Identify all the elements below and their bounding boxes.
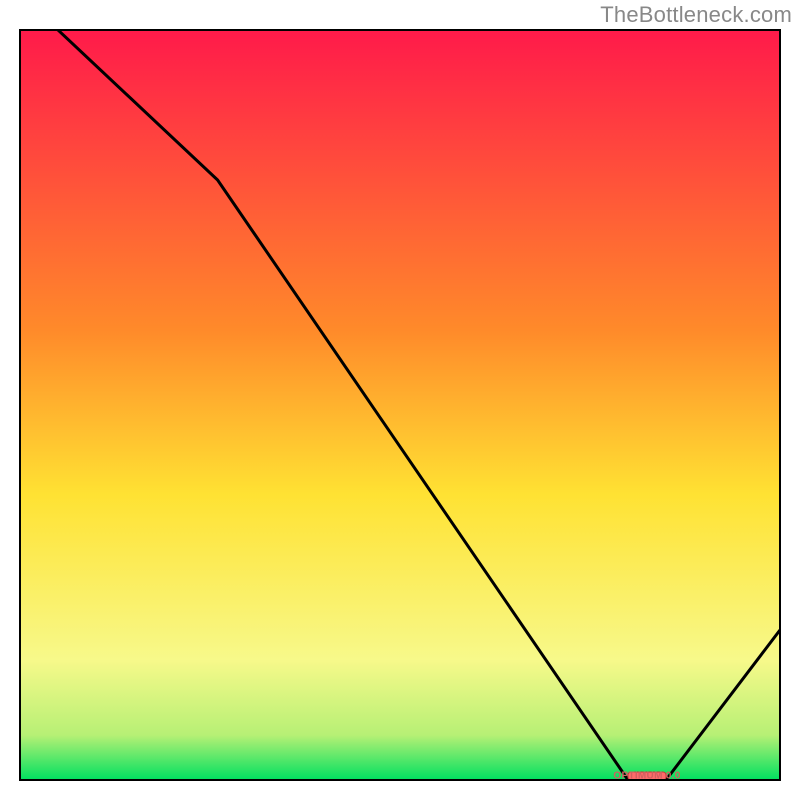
chart-container: TheBottleneck.com OPTIMUM 0.0 xyxy=(0,0,800,800)
watermark-text: TheBottleneck.com xyxy=(600,2,792,28)
gradient-background xyxy=(20,30,780,780)
chart-svg: OPTIMUM 0.0 xyxy=(0,0,800,800)
